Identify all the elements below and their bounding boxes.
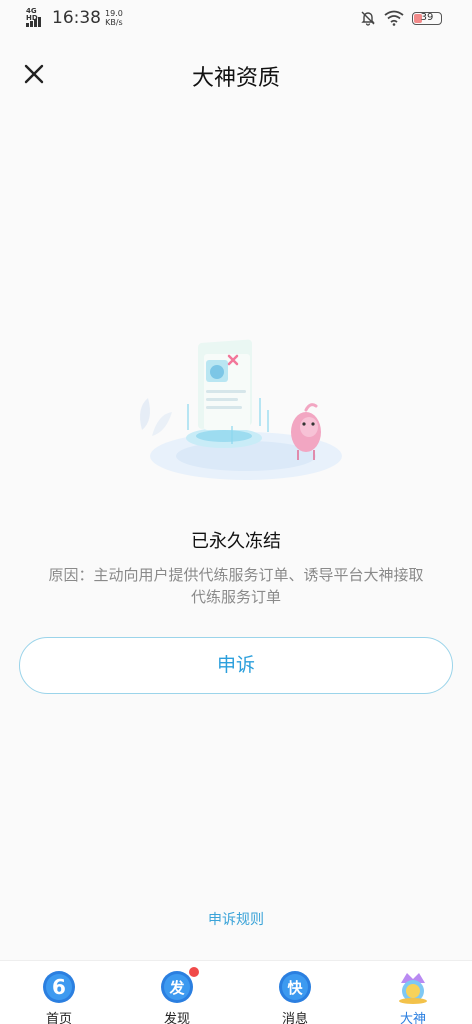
tab-messages[interactable]: 快 消息 xyxy=(255,965,335,1024)
svg-text:发: 发 xyxy=(168,979,185,997)
network-speed: 19.0 KB/s xyxy=(105,8,123,27)
svg-text:6: 6 xyxy=(52,975,66,999)
home-six-icon: 6 xyxy=(43,971,75,1003)
tab-messages-label: 消息 xyxy=(281,1012,308,1024)
appeal-rules-link[interactable]: 申诉规则 xyxy=(0,909,472,929)
frozen-illustration xyxy=(140,339,342,480)
clock: 16:38 xyxy=(52,8,101,28)
status-bar: 4G HD 16:38 19.0 KB/s 39 xyxy=(0,0,472,36)
tab-home[interactable]: 6 首页 xyxy=(19,965,99,1024)
appeal-button[interactable]: 申诉 xyxy=(19,637,453,694)
discover-badge-dot xyxy=(189,967,199,977)
tab-master[interactable]: 大神 xyxy=(373,965,453,1024)
status-bar-left: 4G HD 16:38 19.0 KB/s xyxy=(26,8,123,28)
svg-text:快: 快 xyxy=(287,979,303,997)
cellular-signal-icon: 4G HD xyxy=(26,8,48,28)
tab-master-label: 大神 xyxy=(399,1012,426,1024)
bell-off-icon xyxy=(361,11,375,26)
message-icon: 快 xyxy=(279,971,311,1003)
tab-discover-label: 发现 xyxy=(163,1012,190,1024)
screen: 4G HD 16:38 19.0 KB/s 39 大神资质 已永久冻结 原因：主… xyxy=(0,0,472,1024)
freeze-status-title: 已永久冻结 xyxy=(191,531,281,552)
freeze-reason: 原因：主动向用户提供代练服务订单、诱导平台大神接取代练服务订单 xyxy=(48,566,424,606)
master-icon xyxy=(399,973,427,1004)
status-bar-right: 39 xyxy=(360,10,442,26)
network-speed-unit: KB/s xyxy=(105,18,123,27)
tab-home-label: 首页 xyxy=(45,1012,72,1024)
header: 大神资质 xyxy=(0,48,472,100)
tab-discover[interactable]: 发 发现 xyxy=(137,965,217,1024)
network-speed-value: 19.0 xyxy=(105,9,123,18)
wifi-icon xyxy=(384,10,404,26)
page-title: 大神资质 xyxy=(191,66,280,91)
battery-level: 39 xyxy=(420,11,434,23)
bottom-tab-bar: 6 首页 发 发现 快 消息 大神 xyxy=(0,960,472,1024)
battery-icon: 39 xyxy=(412,11,442,25)
